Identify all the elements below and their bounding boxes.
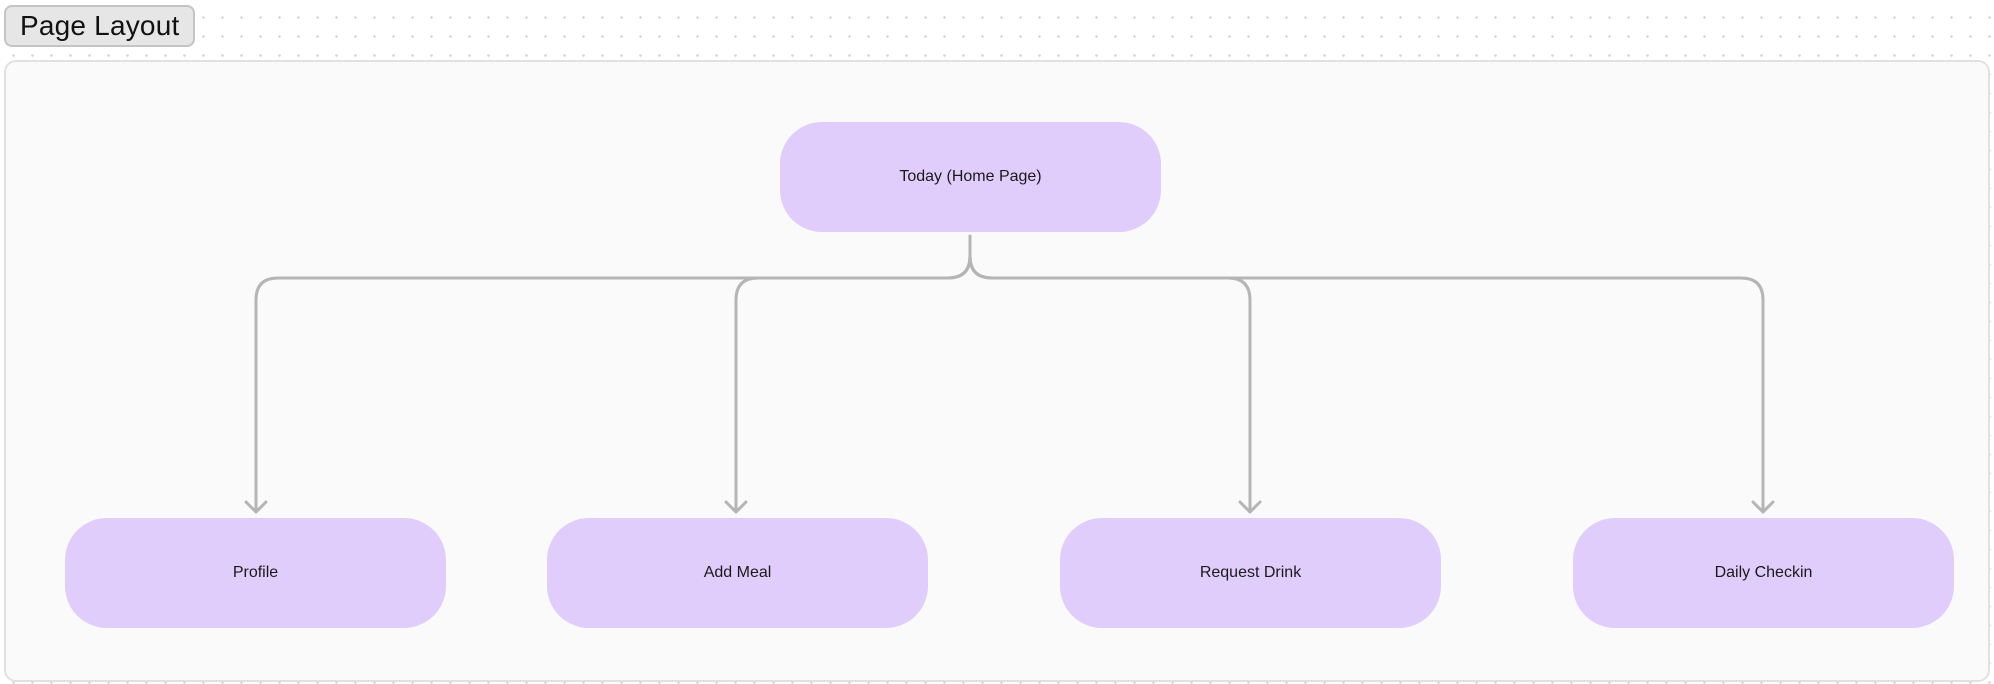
node-profile[interactable]: Profile — [65, 518, 446, 628]
node-request-drink[interactable]: Request Drink — [1060, 518, 1441, 628]
node-daily-checkin[interactable]: Daily Checkin — [1573, 518, 1954, 628]
frame-title[interactable]: Page Layout — [4, 5, 196, 47]
node-today-home-page[interactable]: Today (Home Page) — [780, 122, 1161, 232]
node-add-meal[interactable]: Add Meal — [547, 518, 928, 628]
